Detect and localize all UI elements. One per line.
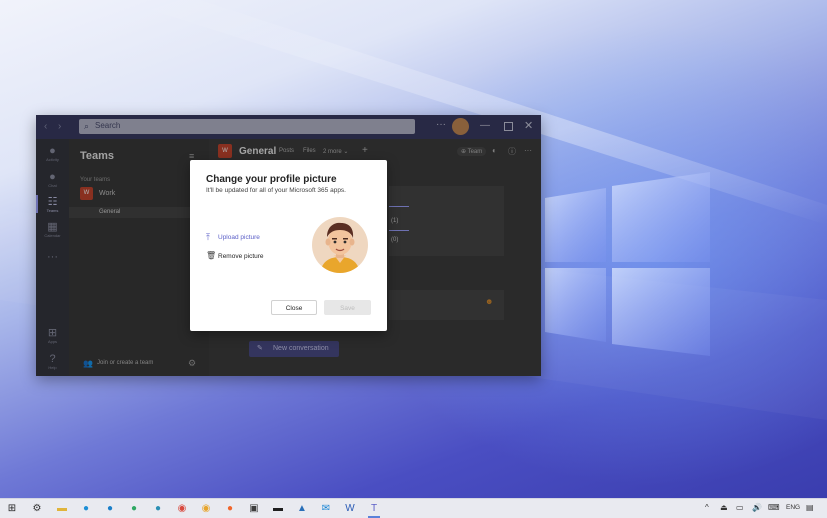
- edge-icon[interactable]: ●: [78, 501, 94, 517]
- word-icon[interactable]: W: [342, 501, 358, 517]
- mail-icon[interactable]: ✉: [318, 501, 334, 517]
- show-hidden-icons-icon[interactable]: ^: [705, 503, 709, 512]
- dialog-subtitle: It'll be updated for all of your Microso…: [206, 187, 346, 194]
- terminal-icon[interactable]: ▣: [246, 501, 262, 517]
- command-prompt-icon[interactable]: ▬: [270, 501, 286, 517]
- settings-icon[interactable]: ⚙: [29, 501, 45, 517]
- file-explorer-icon[interactable]: ▬: [54, 501, 70, 517]
- edge-dev-icon[interactable]: ●: [126, 501, 142, 517]
- taskbar: ⊞ ⚙ ▬ ● ● ● ● ◉ ◉ ● ▣ ▬ ▲ ✉ W T ^ ⏏ ▭ 🔊 …: [0, 498, 827, 518]
- keyboard-icon[interactable]: ⌨: [768, 503, 780, 512]
- edge-beta-icon[interactable]: ●: [102, 501, 118, 517]
- save-button[interactable]: Save: [324, 300, 371, 315]
- start-icon[interactable]: ⊞: [4, 501, 20, 517]
- photos-icon[interactable]: ▲: [294, 501, 310, 517]
- edge-canary-icon[interactable]: ●: [150, 501, 166, 517]
- firefox-icon[interactable]: ●: [222, 501, 238, 517]
- teams-taskbar-icon[interactable]: T: [366, 501, 382, 518]
- upload-icon: ⤒: [206, 232, 210, 242]
- trash-icon: 🗑: [206, 251, 217, 260]
- notifications-icon[interactable]: ▤: [806, 503, 814, 512]
- volume-icon[interactable]: 🔊: [752, 503, 762, 512]
- profile-picture-preview: [312, 217, 368, 273]
- usb-icon[interactable]: ⏏: [720, 503, 728, 512]
- close-button[interactable]: Close: [271, 300, 317, 315]
- chrome-icon[interactable]: ◉: [174, 501, 190, 517]
- change-profile-picture-dialog: Change your profile picture It'll be upd…: [190, 160, 387, 331]
- profile-avatar-illustration: [320, 222, 360, 273]
- network-icon[interactable]: ▭: [736, 503, 744, 512]
- dialog-title: Change your profile picture: [206, 174, 337, 185]
- chrome-canary-icon[interactable]: ◉: [198, 501, 214, 517]
- language-indicator[interactable]: ENG: [786, 504, 800, 511]
